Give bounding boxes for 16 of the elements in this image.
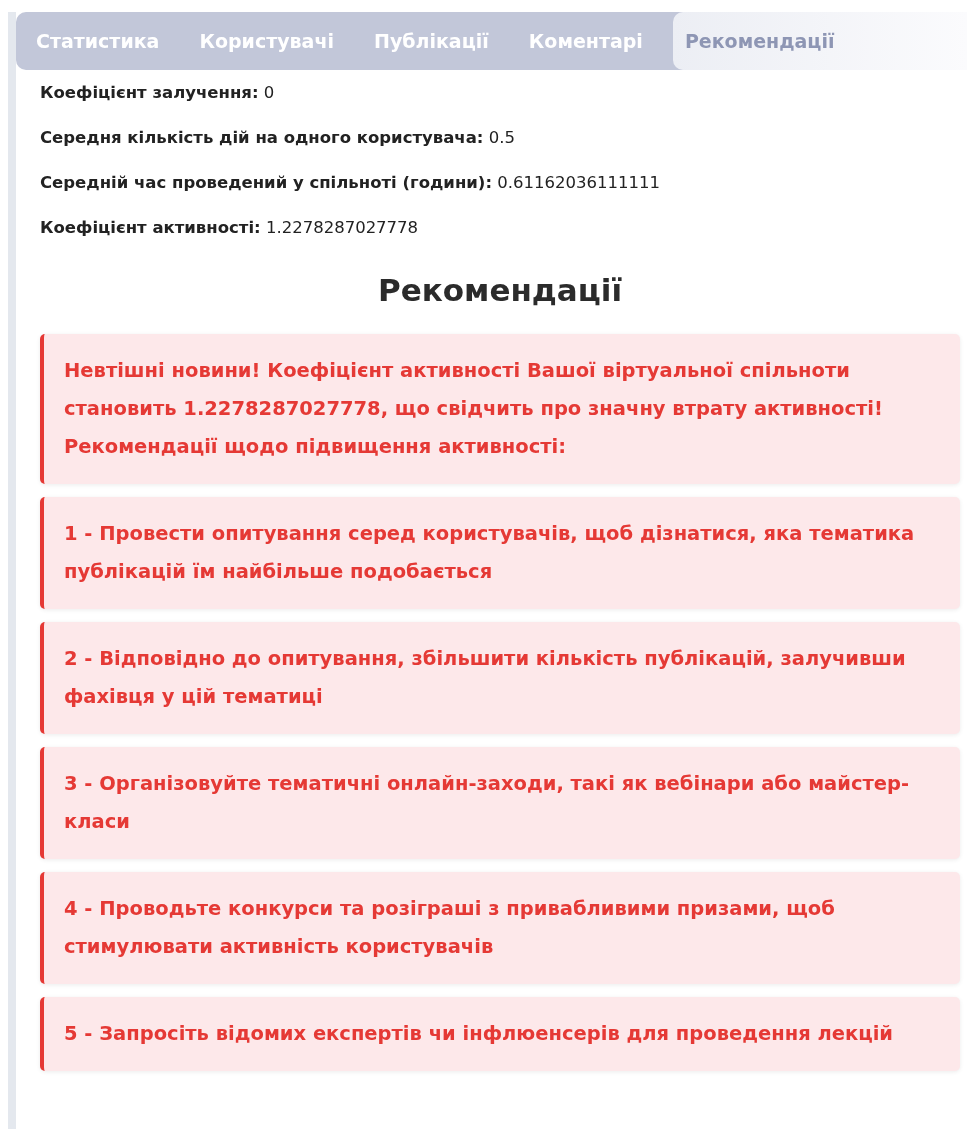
stat-line: Середня кількість дій на одного користувача: 0.5 (40, 127, 516, 149)
alert-message: 2 - Відповідно до опитування, збільшити кількість публікацій, залучивши фахівця у цій тематиці (40, 622, 960, 734)
stat-line: Коефіцієнт активності: 1.2278287027778 (40, 217, 420, 239)
stat-line: Середній час проведений у спільноті (години): 0.61162036111111 (40, 172, 661, 194)
tab[interactable]: Статистика (16, 12, 180, 70)
tab[interactable]: Рекомендації (672, 12, 967, 70)
alert-message: 1 - Провести опитування серед користувачів, щоб дізнатися, яка тематика публікацій їм найбільше подобається (40, 497, 960, 609)
tab[interactable]: Користувачі (179, 12, 354, 70)
alert-message: 4 - Проводьте конкурси та розіграші з привабливими призами, щоб стимулювати активність користувачів (40, 872, 960, 984)
alert-message: Невтішні новини! Коефіцієнт активності Вашої віртуальної спільноти становить 1.2278287027778, що свідчить про значну втрату активності! Рекомендації щодо підвищення активності: (40, 334, 960, 484)
tab[interactable]: Публікації (354, 12, 509, 70)
alert-message: 5 - Запросіть відомих експертів чи інфлюенсерів для проведення лекцій (40, 997, 960, 1071)
alert-message: 3 - Організовуйте тематичні онлайн-заходи, такі як вебінари або майстер-класи (40, 747, 960, 859)
section-heading: Рекомендації (376, 272, 624, 308)
stat-line: Коефіцієнт залучення: 0 (40, 82, 276, 104)
tab[interactable]: Коментарі (508, 12, 663, 70)
